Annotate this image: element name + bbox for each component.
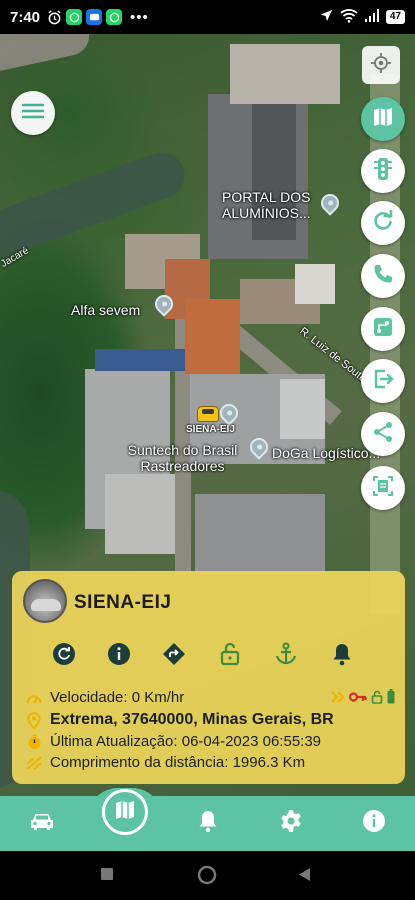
anchor-icon <box>274 642 298 671</box>
info-icon <box>107 642 131 671</box>
back-triangle-icon <box>298 867 312 887</box>
clock: 7:40 <box>10 8 41 26</box>
solar-panels <box>95 349 185 371</box>
recents-button[interactable] <box>100 867 114 886</box>
circle-icon <box>197 865 217 890</box>
alarm-icon <box>46 9 62 25</box>
locate-button[interactable] <box>362 46 400 84</box>
card-actions <box>12 642 405 670</box>
map-icon <box>114 799 136 826</box>
address-row: Extrema, 37640000, Minas Gerais, BR <box>26 711 334 729</box>
speed-row: Velocidade: 0 Km/hr <box>26 689 184 706</box>
refresh-icon <box>52 642 76 671</box>
building <box>280 379 325 439</box>
ignition-key-icon <box>348 690 367 708</box>
bell-icon <box>331 642 353 671</box>
vehicle-marker-label: SIENA-EIJ <box>186 424 235 435</box>
signal-chevrons-icon <box>331 690 345 708</box>
map-label-doga: DoGa Logístico... <box>272 445 381 461</box>
signal-icon <box>364 8 380 27</box>
nav-vehicles[interactable] <box>26 808 58 838</box>
gear-icon <box>279 809 303 838</box>
document-scan-button[interactable] <box>361 466 405 510</box>
building <box>230 44 340 104</box>
document-scan-icon <box>372 475 394 502</box>
traffic-light-icon <box>372 157 394 186</box>
battery-status-icon <box>387 689 395 709</box>
call-button[interactable] <box>361 254 405 298</box>
traffic-button[interactable] <box>361 149 405 193</box>
location-pin-icon <box>26 711 42 729</box>
building <box>105 474 175 554</box>
status-bar: 7:40 ••• 47 <box>0 0 415 34</box>
directions-icon <box>162 642 186 671</box>
building <box>195 494 325 574</box>
exit-icon <box>372 368 394 395</box>
battery-indicator: 47 <box>385 10 405 24</box>
whatsapp-icon <box>66 9 83 25</box>
exit-button[interactable] <box>361 359 405 403</box>
unlock-icon <box>219 642 241 671</box>
system-navigation-bar <box>0 851 415 900</box>
vehicle-status-icons <box>331 689 395 709</box>
road <box>0 34 93 77</box>
last-update-row: Última Atualização: 06-04-2023 06:55:39 <box>26 733 321 750</box>
refresh-icon <box>372 208 394 237</box>
map-layers-button[interactable] <box>361 97 405 141</box>
building <box>185 299 240 374</box>
nav-settings[interactable] <box>275 808 307 838</box>
map-label-suntech: Suntech do Brasil Rastreadores <box>127 442 238 475</box>
share-icon <box>372 421 394 448</box>
message-icon <box>86 9 103 25</box>
refresh-location-button[interactable] <box>50 642 78 670</box>
square-icon <box>100 867 114 886</box>
nav-info[interactable] <box>358 808 390 838</box>
address-text: Extrema, 37640000, Minas Gerais, BR <box>50 711 334 728</box>
map-icon <box>372 106 394 133</box>
route-button[interactable] <box>361 307 405 351</box>
nav-map[interactable] <box>102 789 148 835</box>
car-icon <box>29 811 55 836</box>
bell-icon <box>198 809 218 838</box>
more-notifications-icon: ••• <box>130 8 149 26</box>
distance-text: Comprimento da distância: 1996.3 Km <box>50 754 306 771</box>
anchor-button[interactable] <box>272 642 300 670</box>
last-update-text: Última Atualização: 06-04-2023 06:55:39 <box>50 733 322 750</box>
info-icon <box>362 809 386 838</box>
vehicle-info-card[interactable]: SIENA-EIJ Velocidade: 0 Km/hr Extrema, 3… <box>12 571 405 784</box>
whatsapp-icon <box>106 9 123 25</box>
map-label-portal: PORTAL DOS ALUMÍNIOS... <box>222 189 311 222</box>
phone-icon <box>372 263 394 290</box>
lock-status-icon <box>371 690 383 709</box>
location-arrow-icon <box>319 8 334 27</box>
alerts-button[interactable] <box>328 642 356 670</box>
directions-button[interactable] <box>160 642 188 670</box>
map-label-alfa: Alfa sevem <box>71 302 141 318</box>
timer-icon <box>26 734 42 750</box>
nav-alerts[interactable] <box>192 808 224 838</box>
vehicle-info-button[interactable] <box>105 642 133 670</box>
crosshair-icon <box>370 52 392 79</box>
building <box>295 264 335 304</box>
menu-button[interactable] <box>11 91 55 135</box>
speedometer-icon <box>26 690 42 706</box>
unlock-button[interactable] <box>216 642 244 670</box>
route-distance-icon <box>26 755 42 771</box>
vehicle-name: SIENA-EIJ <box>74 592 172 613</box>
speed-text: Velocidade: 0 Km/hr <box>50 689 185 706</box>
hamburger-menu-icon <box>21 103 45 124</box>
back-button[interactable] <box>298 867 312 887</box>
share-button[interactable] <box>361 412 405 456</box>
vehicle-avatar <box>23 579 67 623</box>
distance-row: Comprimento da distância: 1996.3 Km <box>26 754 305 771</box>
wifi-icon <box>340 8 358 27</box>
refresh-button[interactable] <box>361 201 405 245</box>
route-icon <box>372 316 394 343</box>
vehicle-marker-icon[interactable] <box>197 406 219 422</box>
home-button[interactable] <box>197 865 217 890</box>
